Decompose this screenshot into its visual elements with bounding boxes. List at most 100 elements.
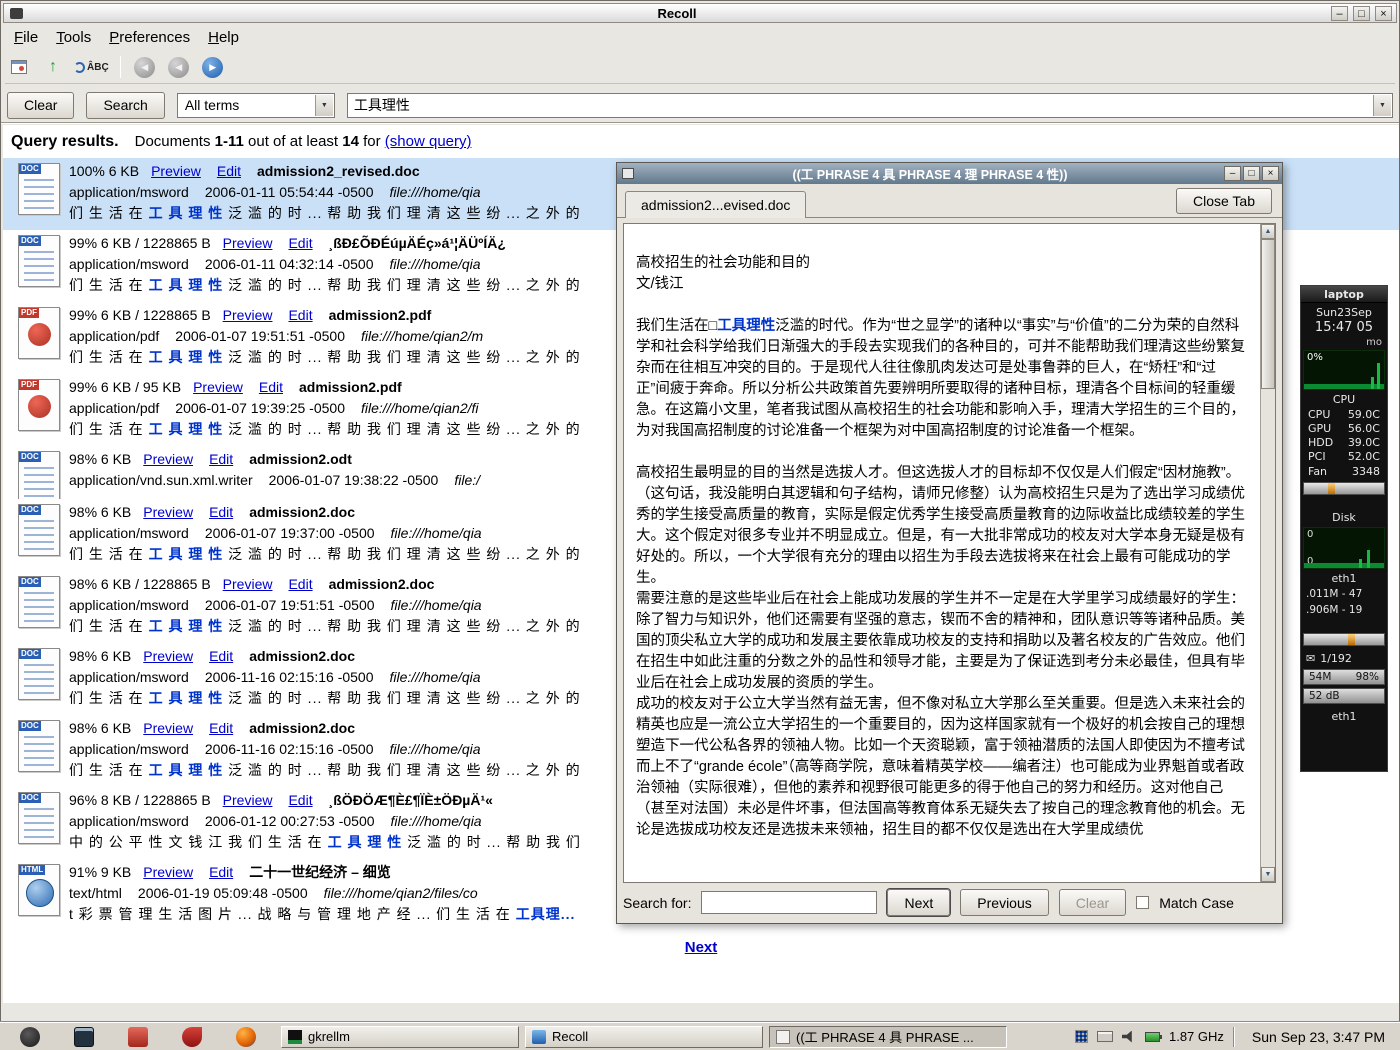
preview-link[interactable]: Preview — [143, 451, 193, 467]
start-menu-icon — [20, 1027, 40, 1047]
edit-link[interactable]: Edit — [288, 576, 312, 592]
preview-link[interactable]: Preview — [143, 504, 193, 520]
net-krell[interactable] — [1303, 633, 1385, 646]
preview-link[interactable]: Preview — [223, 307, 273, 323]
maximize-button[interactable]: □ — [1353, 6, 1370, 21]
edit-link[interactable]: Edit — [209, 864, 233, 880]
close-button[interactable]: × — [1375, 6, 1392, 21]
keyboard-icon[interactable] — [1097, 1031, 1113, 1042]
edit-link[interactable]: Edit — [288, 235, 312, 251]
window-menu-icon[interactable] — [10, 8, 23, 19]
clear-button[interactable]: Clear — [7, 92, 74, 119]
find-previous-button[interactable]: Previous — [960, 889, 1048, 916]
battery-icon[interactable] — [1145, 1032, 1160, 1042]
pager-icon[interactable] — [1075, 1030, 1088, 1043]
menu-file[interactable]: File — [5, 27, 47, 48]
match-case-checkbox[interactable] — [1136, 896, 1149, 909]
preview-tabbar: admission2...evised.doc Close Tab — [617, 184, 1282, 218]
close-tab-button[interactable]: Close Tab — [1176, 188, 1272, 214]
preview-titlebar[interactable]: ((工 PHRASE 4 具 PHRASE 4 理 PHRASE 4 性)) –… — [617, 163, 1282, 184]
results-header-text: out of at least — [244, 133, 342, 150]
preview-link[interactable]: Preview — [223, 235, 273, 251]
desktop: Recoll – □ × FileToolsPreferencesHelp ↑ … — [0, 0, 1400, 1050]
search-mode-select[interactable]: All terms ▼ — [177, 93, 335, 118]
preview-scrollbar[interactable]: ▲ ▼ — [1260, 224, 1275, 882]
memory-meter[interactable]: 54M 98% — [1303, 669, 1385, 685]
find-clear-button[interactable]: Clear — [1059, 889, 1126, 916]
preview-close-button[interactable]: × — [1262, 166, 1279, 181]
file-icon-art: DOC — [18, 792, 60, 844]
preview-link[interactable]: Preview — [143, 648, 193, 664]
show-query-link[interactable]: (show query) — [385, 133, 472, 150]
volume-meter[interactable]: 52 dB — [1303, 688, 1385, 704]
edit-link[interactable]: Edit — [209, 648, 233, 664]
preview-maximize-button[interactable]: □ — [1243, 166, 1260, 181]
result-score-size: 98% 6 KB — [69, 451, 131, 467]
titlebar[interactable]: Recoll – □ × — [3, 3, 1397, 23]
term-explorer-button[interactable]: ÂBÇ — [73, 53, 110, 81]
file-icon-pdf: PDF — [9, 377, 69, 446]
task-button-2[interactable]: Recoll — [525, 1026, 763, 1048]
pdf-logo-icon — [28, 323, 51, 346]
speaker-icon[interactable] — [1122, 1031, 1136, 1043]
temp-label: CPU — [1308, 408, 1330, 422]
preview-tab[interactable]: admission2...evised.doc — [625, 191, 806, 218]
document-lines-icon — [24, 467, 54, 497]
preview-link[interactable]: Preview — [223, 792, 273, 808]
firefox-launcher[interactable] — [219, 1025, 273, 1049]
highlighted-term: 工 具 理 性 — [328, 834, 403, 850]
terminal-launcher[interactable] — [57, 1025, 111, 1049]
preview-link[interactable]: Preview — [143, 864, 193, 880]
preview-paragraph: 成功的校友对于公立大学当然有益无害，但不像对私立大学那么至关重要。但是选入未来社… — [636, 694, 1247, 841]
preview-link[interactable]: Preview — [151, 163, 201, 179]
task-button-1[interactable]: gkrellm — [281, 1026, 519, 1048]
first-page-button[interactable]: ◀ — [131, 53, 159, 81]
start-menu-button[interactable] — [3, 1025, 57, 1049]
query-details-button[interactable] — [5, 53, 33, 81]
search-button[interactable]: Search — [86, 92, 164, 119]
preview-link[interactable]: Preview — [223, 576, 273, 592]
scroll-down-icon[interactable]: ▼ — [1261, 867, 1275, 882]
cpu-chart-spike — [1371, 377, 1374, 389]
memory-used: 54M — [1309, 671, 1331, 683]
fan-krell[interactable] — [1303, 482, 1385, 495]
query-history-arrow-icon[interactable]: ▼ — [1373, 95, 1391, 116]
result-score-size: 99% 6 KB / 1228865 B — [69, 307, 211, 323]
edit-link[interactable]: Edit — [209, 504, 233, 520]
snippet-text: 们 生 活 在 — [69, 277, 149, 293]
edit-link[interactable]: Edit — [217, 163, 241, 179]
krell-marker — [1328, 483, 1335, 494]
minimize-button[interactable]: – — [1331, 6, 1348, 21]
app-launcher-2[interactable] — [165, 1025, 219, 1049]
next-page-button[interactable]: ▶ — [199, 53, 227, 81]
preview-minimize-button[interactable]: – — [1224, 166, 1241, 181]
task-button-3[interactable]: ((工 PHRASE 4 具 PHRASE ... — [769, 1026, 1007, 1048]
preview-link[interactable]: Preview — [143, 720, 193, 736]
previous-page-button[interactable]: ◀ — [165, 53, 193, 81]
firefox-icon — [236, 1027, 256, 1047]
query-combo[interactable]: ▼ — [347, 93, 1393, 118]
menu-preferences[interactable]: Preferences — [100, 27, 199, 48]
edit-link[interactable]: Edit — [209, 720, 233, 736]
edit-link[interactable]: Edit — [259, 379, 283, 395]
find-input[interactable] — [701, 891, 877, 914]
edit-link[interactable]: Edit — [288, 792, 312, 808]
find-next-button[interactable]: Next — [887, 889, 950, 916]
search-mode-value: All terms — [185, 97, 239, 113]
scroll-up-icon[interactable]: ▲ — [1261, 224, 1275, 239]
file-type-label: DOC — [19, 452, 41, 462]
taskbar-clock: Sun Sep 23, 3:47 PM — [1244, 1029, 1393, 1045]
app-launcher-1[interactable] — [111, 1025, 165, 1049]
search-input[interactable] — [348, 94, 1372, 117]
edit-link[interactable]: Edit — [288, 307, 312, 323]
scrollbar-thumb[interactable] — [1261, 239, 1275, 389]
next-results-link[interactable]: Next — [3, 939, 1399, 956]
result-score-size: 98% 6 KB — [69, 504, 131, 520]
menu-tools[interactable]: Tools — [47, 27, 100, 48]
gkrellm-temps: CPU59.0CGPU56.0CHDD39.0CPCI52.0C — [1301, 407, 1387, 465]
edit-link[interactable]: Edit — [209, 451, 233, 467]
preview-link[interactable]: Preview — [193, 379, 243, 395]
menu-help[interactable]: Help — [199, 27, 248, 48]
sort-button[interactable]: ↑ — [39, 53, 67, 81]
net-rx: .011M - 47 — [1301, 586, 1387, 602]
